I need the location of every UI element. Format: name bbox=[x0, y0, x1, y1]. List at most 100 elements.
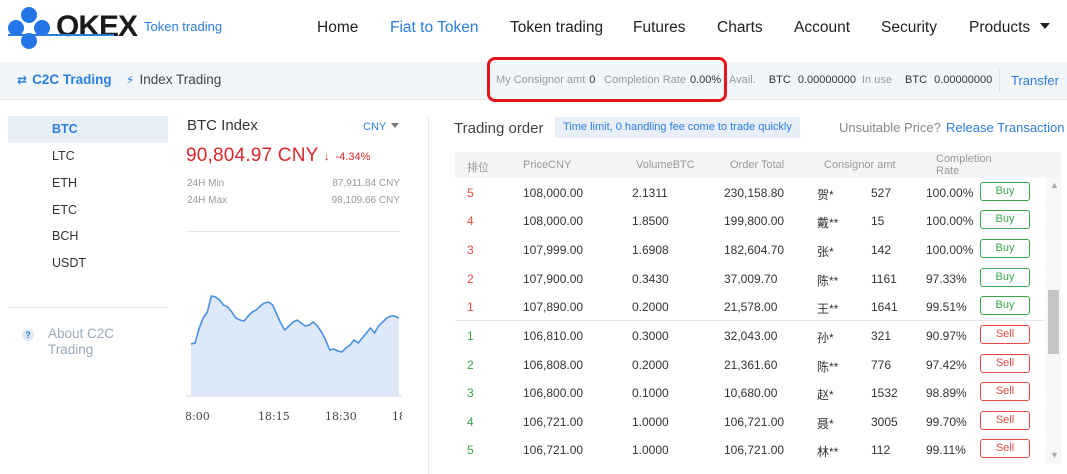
question-icon: ? bbox=[22, 329, 34, 341]
buy-order-row: 3 107,999.00 1.6908 182,604.70 张* 142 100.00% B… bbox=[455, 236, 1045, 264]
coin-item-bch[interactable]: BCH bbox=[8, 223, 168, 250]
coin-item-usdt[interactable]: USDT bbox=[8, 250, 168, 277]
lightning-icon: ⚡ bbox=[126, 73, 135, 87]
table-scrollbar[interactable]: ▲ ▼ bbox=[1046, 178, 1061, 464]
buy-order-row: 4 108,000.00 1.8500 199,800.00 戴** 15 100.00% B… bbox=[455, 207, 1045, 235]
column-total: Order Total bbox=[730, 159, 785, 171]
tab-index-trading[interactable]: ⚡ Index Trading bbox=[126, 72, 221, 87]
sell-order-row: 3 106,800.00 0.1000 10,680.00 赵* 1532 98.89% Se… bbox=[455, 379, 1045, 407]
order-price: 106,721.00 bbox=[523, 415, 584, 429]
divider bbox=[455, 320, 1045, 321]
column-volume: VolumeBTC bbox=[636, 159, 695, 171]
order-volume: 1.0000 bbox=[632, 415, 669, 429]
order-volume: 0.1000 bbox=[632, 386, 669, 400]
order-rank: 3 bbox=[467, 243, 474, 257]
order-name: 赵* bbox=[817, 388, 834, 402]
order-price: 106,721.00 bbox=[523, 443, 584, 457]
buy-order-row: 2 107,900.00 0.3430 37,009.70 陈** 1161 97.33% B… bbox=[455, 265, 1045, 293]
avail-value: 0.00000000 bbox=[797, 74, 856, 86]
avail-label: Avail. bbox=[729, 74, 756, 86]
sell-button[interactable]: Sell bbox=[980, 325, 1030, 344]
order-price: 108,000.00 bbox=[523, 186, 584, 200]
sell-order-row: 1 106,810.00 0.3000 32,043.00 孙* 321 90.97% Sel… bbox=[455, 322, 1045, 350]
order-name: 贺* bbox=[817, 188, 834, 202]
x-tick-label: 18:30 bbox=[325, 410, 357, 423]
tab-c2c-label: C2C Trading bbox=[32, 72, 112, 87]
max-label: 24H Max bbox=[187, 195, 228, 206]
order-rate: 90.97% bbox=[926, 329, 967, 343]
buy-button[interactable]: Buy bbox=[980, 239, 1030, 258]
index-change-value: -4.34% bbox=[335, 151, 371, 163]
order-volume: 0.3000 bbox=[632, 329, 669, 343]
order-amt: 321 bbox=[871, 329, 892, 343]
coin-item-etc[interactable]: ETC bbox=[8, 197, 168, 224]
sell-button[interactable]: Sell bbox=[980, 411, 1030, 430]
order-rank: 2 bbox=[467, 272, 474, 286]
divider bbox=[186, 231, 400, 232]
c2c-swap-icon: ⇄ bbox=[17, 73, 28, 87]
x-tick-label: 18:45 bbox=[392, 410, 402, 423]
order-amt: 527 bbox=[871, 186, 892, 200]
coin-item-eth[interactable]: ETH bbox=[8, 170, 168, 197]
order-rank: 3 bbox=[467, 386, 474, 400]
order-name: 孙* bbox=[817, 331, 834, 345]
order-price: 107,900.00 bbox=[523, 272, 584, 286]
order-rate: 99.70% bbox=[926, 415, 967, 429]
okex-logo-icon[interactable] bbox=[8, 7, 52, 49]
about-c2c-link[interactable]: About C2C Trading bbox=[48, 326, 138, 358]
index-chart-svg: 18:00 18:15 18:30 18:45 bbox=[186, 295, 402, 423]
scroll-up-icon[interactable]: ▲ bbox=[1050, 180, 1059, 190]
buy-button[interactable]: Buy bbox=[980, 210, 1030, 229]
order-rate: 99.51% bbox=[926, 300, 967, 314]
column-rank: 排位 bbox=[467, 162, 489, 174]
index-change: ↓ -4.34% bbox=[324, 151, 370, 163]
nav-products[interactable]: Products bbox=[969, 19, 1051, 37]
order-rank: 1 bbox=[467, 300, 474, 314]
brand-name[interactable]: OKEX bbox=[56, 10, 138, 44]
currency-select[interactable]: CNY bbox=[363, 121, 400, 133]
order-rate: 100.00% bbox=[926, 186, 974, 200]
buy-button[interactable]: Buy bbox=[980, 268, 1030, 287]
order-amt: 112 bbox=[871, 443, 891, 457]
order-amt: 1532 bbox=[871, 386, 898, 400]
order-rate: 100.00% bbox=[926, 214, 974, 228]
chart-area-fill bbox=[191, 296, 399, 396]
nav-charts[interactable]: Charts bbox=[717, 19, 763, 37]
nav-security[interactable]: Security bbox=[881, 19, 937, 37]
order-volume: 1.8500 bbox=[632, 214, 669, 228]
nav-futures[interactable]: Futures bbox=[633, 19, 686, 37]
sell-button[interactable]: Sell bbox=[980, 382, 1030, 401]
btc-index-chart[interactable]: 18:00 18:15 18:30 18:45 bbox=[186, 248, 402, 428]
order-amt: 1641 bbox=[871, 300, 898, 314]
coin-item-btc[interactable]: BTC bbox=[8, 116, 168, 143]
currency-value: CNY bbox=[363, 121, 387, 133]
sell-button[interactable]: Sell bbox=[980, 354, 1030, 373]
scrollbar-thumb[interactable] bbox=[1048, 290, 1059, 354]
column-consignor: Consignor amt bbox=[824, 159, 896, 171]
buy-button[interactable]: Buy bbox=[980, 296, 1030, 315]
buy-button[interactable]: Buy bbox=[980, 182, 1030, 201]
highlight-annotation-box bbox=[487, 57, 727, 102]
coin-item-ltc[interactable]: LTC bbox=[8, 143, 168, 170]
order-total: 32,043.00 bbox=[724, 329, 778, 343]
order-rate: 97.33% bbox=[926, 272, 967, 286]
column-completion-line1: Completion bbox=[936, 153, 992, 165]
order-amt: 142 bbox=[871, 243, 892, 257]
tab-index-label: Index Trading bbox=[139, 72, 222, 87]
sell-button[interactable]: Sell bbox=[980, 439, 1030, 458]
unsuitable-price-text: Unsuitable Price? bbox=[839, 120, 941, 135]
tab-c2c-trading[interactable]: ⇄ C2C Trading bbox=[17, 72, 112, 87]
nav-fiat-to-token[interactable]: Fiat to Token bbox=[390, 19, 478, 37]
index-title: BTC Index bbox=[187, 117, 258, 134]
transfer-link[interactable]: Transfer bbox=[1011, 73, 1059, 88]
scroll-down-icon[interactable]: ▼ bbox=[1050, 450, 1059, 460]
caret-down-icon bbox=[1040, 23, 1051, 29]
release-transaction-link[interactable]: Release Transaction bbox=[946, 120, 1065, 135]
order-total: 10,680.00 bbox=[724, 386, 778, 400]
inuse-label: In use bbox=[862, 74, 892, 86]
nav-token-trading[interactable]: Token trading bbox=[510, 19, 603, 37]
order-name: 聂* bbox=[817, 417, 834, 431]
order-amt: 1161 bbox=[871, 272, 897, 286]
nav-home[interactable]: Home bbox=[317, 19, 358, 37]
nav-account[interactable]: Account bbox=[794, 19, 850, 37]
